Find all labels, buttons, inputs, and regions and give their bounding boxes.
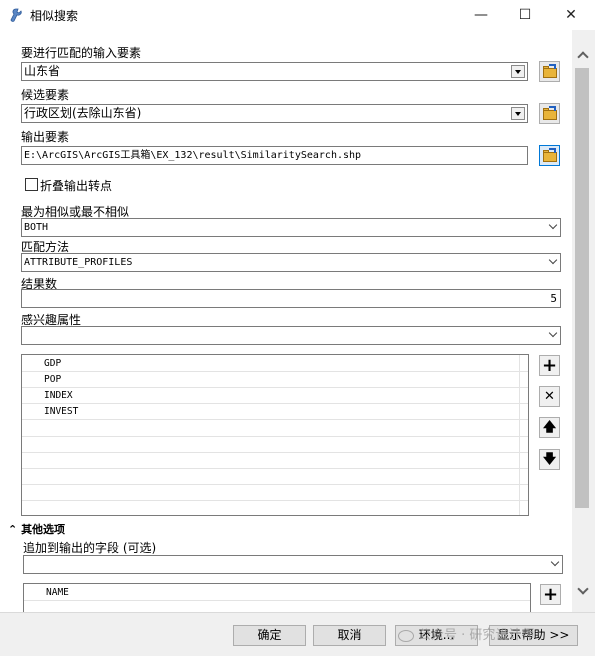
most-least-value: BOTH bbox=[24, 222, 49, 233]
list-rule bbox=[22, 484, 528, 485]
scroll-thumb[interactable] bbox=[575, 68, 589, 508]
vertical-scrollbar[interactable] bbox=[572, 30, 595, 612]
candidate-features-value: 行政区划(去除山东省) bbox=[24, 106, 142, 120]
scroll-up-icon[interactable] bbox=[577, 51, 589, 63]
wechat-logo-icon bbox=[398, 629, 414, 642]
result-count-input[interactable]: 5 bbox=[21, 289, 561, 308]
input-features-value: 山东省 bbox=[24, 64, 61, 78]
attributes-listbox[interactable]: GDP POP INDEX INVEST bbox=[21, 354, 529, 516]
close-button[interactable]: ✕ bbox=[548, 0, 594, 30]
input-features-label: 要进行匹配的输入要素 bbox=[21, 46, 142, 60]
match-method-combo[interactable]: ATTRIBUTE_PROFILES bbox=[21, 253, 561, 272]
candidate-features-combo[interactable]: 行政区划(去除山东省) bbox=[21, 104, 528, 123]
move-up-button[interactable]: 🡅 bbox=[539, 417, 560, 438]
title-bar: 相似搜索 — ☐ ✕ bbox=[0, 0, 595, 30]
list-item[interactable]: NAME bbox=[24, 585, 530, 601]
other-options-toggle[interactable]: ⌃ 其他选项 bbox=[8, 521, 65, 537]
plus-icon: + bbox=[541, 354, 558, 376]
window-title: 相似搜索 bbox=[30, 9, 79, 23]
append-fields-label: 追加到输出的字段 (可选) bbox=[23, 541, 157, 555]
dropdown-arrow-icon[interactable] bbox=[511, 65, 525, 78]
dropdown-arrow-icon[interactable] bbox=[511, 107, 525, 120]
output-features-value: E:\ArcGIS\ArcGIS工具箱\EX_132\result\Simila… bbox=[24, 150, 362, 161]
chevron-down-icon bbox=[548, 220, 558, 230]
list-rule bbox=[22, 468, 528, 469]
scroll-down-icon[interactable] bbox=[577, 583, 589, 595]
list-item[interactable]: INDEX bbox=[22, 388, 528, 404]
maximize-button[interactable]: ☐ bbox=[502, 0, 548, 30]
other-options-header: 其他选项 bbox=[21, 523, 66, 536]
add-append-field-button[interactable]: + bbox=[540, 584, 561, 605]
browse-output-button[interactable] bbox=[539, 145, 560, 166]
collapse-output-checkbox[interactable] bbox=[25, 178, 38, 191]
chevron-down-icon bbox=[548, 328, 558, 338]
arctoolbox-tool-icon bbox=[10, 8, 22, 22]
list-item[interactable]: GDP bbox=[22, 356, 528, 372]
maximize-icon: ☐ bbox=[518, 7, 532, 23]
list-separator bbox=[519, 355, 520, 515]
watermark: 公众号 · 研究设计师 bbox=[398, 624, 534, 643]
list-rule bbox=[22, 500, 528, 501]
minimize-button[interactable]: — bbox=[458, 0, 504, 30]
output-features-input[interactable]: E:\ArcGIS\ArcGIS工具箱\EX_132\result\Simila… bbox=[21, 146, 528, 165]
output-features-label: 输出要素 bbox=[21, 130, 70, 144]
cancel-button[interactable]: 取消 bbox=[313, 625, 386, 646]
chevron-down-icon bbox=[548, 255, 558, 265]
result-count-value: 5 bbox=[550, 292, 557, 305]
ok-button[interactable]: 确定 bbox=[233, 625, 306, 646]
watermark-text: 公众号 · 研究设计师 bbox=[418, 628, 535, 643]
collapse-chevron-icon: ⌃ bbox=[8, 523, 18, 536]
plus-icon: + bbox=[542, 583, 559, 605]
tool-parameters-panel: 要进行匹配的输入要素 山东省 候选要素 行政区划(去除山东省) 输出要素 E:\… bbox=[0, 30, 572, 623]
chevron-down-icon bbox=[550, 557, 560, 567]
browse-candidate-button[interactable] bbox=[539, 103, 560, 124]
most-least-combo[interactable]: BOTH bbox=[21, 218, 561, 237]
arrow-up-icon: 🡅 bbox=[542, 420, 557, 435]
collapse-output-label: 折叠输出转点 bbox=[40, 179, 113, 193]
move-down-button[interactable]: 🡇 bbox=[539, 449, 560, 470]
candidate-features-label: 候选要素 bbox=[21, 88, 70, 102]
browse-input-button[interactable] bbox=[539, 61, 560, 82]
append-fields-combo[interactable] bbox=[23, 555, 563, 574]
list-rule bbox=[22, 436, 528, 437]
interest-attrs-combo[interactable] bbox=[21, 326, 561, 345]
x-icon: ✕ bbox=[544, 389, 555, 404]
remove-button[interactable]: ✕ bbox=[539, 386, 560, 407]
list-item[interactable]: POP bbox=[22, 372, 528, 388]
list-rule bbox=[22, 452, 528, 453]
arrow-down-icon: 🡇 bbox=[542, 452, 557, 467]
list-item[interactable]: INVEST bbox=[22, 404, 528, 420]
add-button[interactable]: + bbox=[539, 355, 560, 376]
input-features-combo[interactable]: 山东省 bbox=[21, 62, 528, 81]
close-icon: ✕ bbox=[565, 7, 577, 23]
minimize-icon: — bbox=[474, 7, 488, 23]
match-method-value: ATTRIBUTE_PROFILES bbox=[24, 257, 133, 268]
